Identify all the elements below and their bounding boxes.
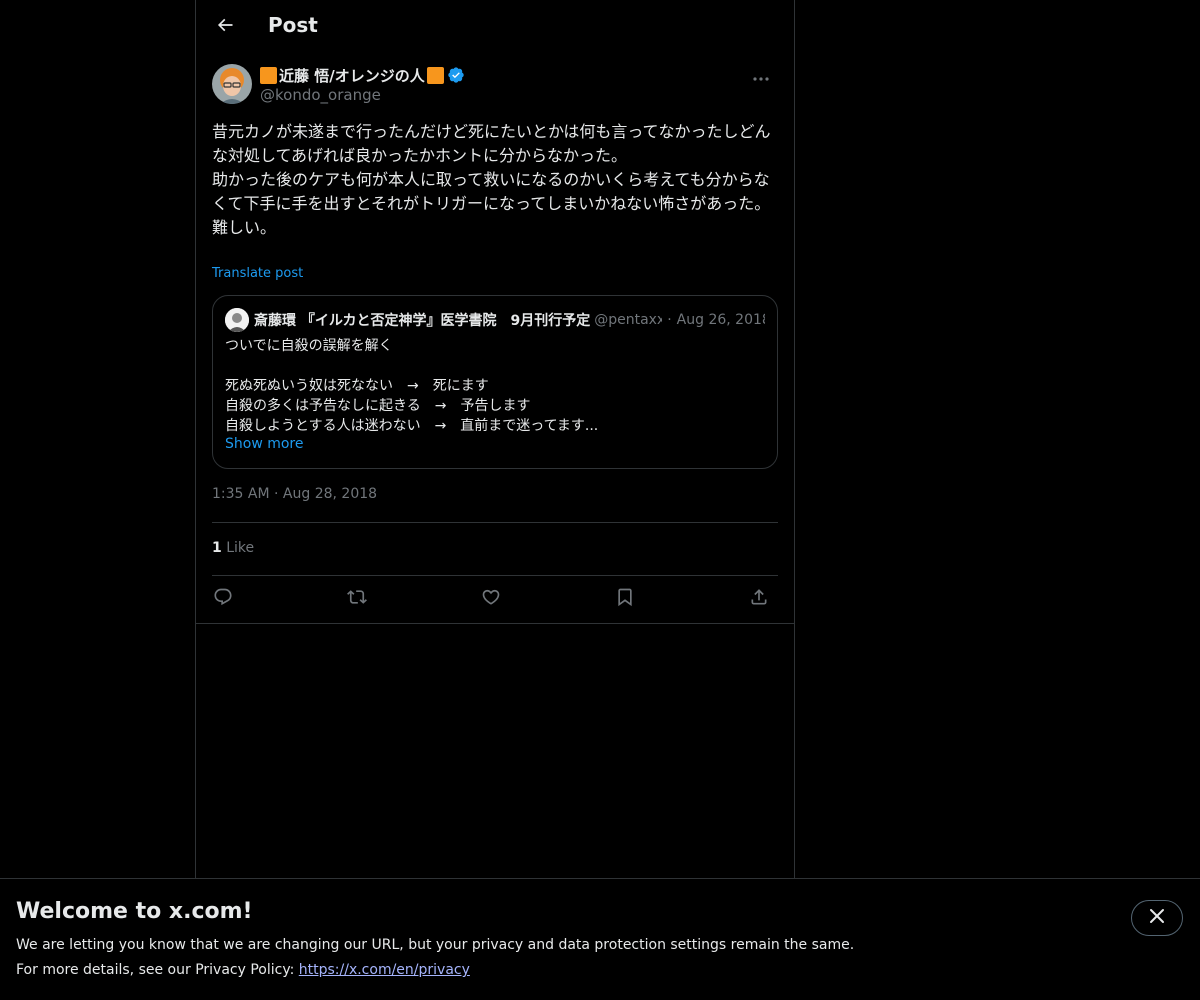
author-name-row: 近藤 悟/オレンジの人: [260, 64, 465, 86]
verified-badge-icon[interactable]: [447, 66, 465, 84]
share-button[interactable]: [744, 584, 774, 614]
author-handle[interactable]: @kondo_orange: [260, 86, 381, 104]
author-display-name[interactable]: 近藤 悟/オレンジの人: [279, 65, 425, 86]
quoted-post[interactable]: 斎藤環 『イルカと否定神学』医学書院 9月刊行予定 @pentaxxx · Au…: [212, 295, 778, 469]
quoted-post-text: ついでに自殺の誤解を解く 死ぬ死ぬいう奴は死なない → 死にます 自殺の多くは予…: [225, 338, 599, 434]
quoted-avatar: [225, 308, 249, 332]
divider: [212, 522, 778, 523]
privacy-policy-link[interactable]: https://x.com/en/privacy: [299, 962, 470, 978]
more-dots-icon: [753, 66, 769, 85]
banner-policy-prefix: For more details, see our Privacy Policy…: [16, 962, 299, 978]
quoted-author-name: 斎藤環 『イルカと否定神学』医学書院 9月刊行予定: [254, 313, 591, 329]
arrow-left-icon: [215, 15, 235, 39]
primary-column: Post 近藤 悟/オレンジの人 @kondo_orange 昔元カノが未遂まで…: [195, 0, 795, 880]
avatar[interactable]: [212, 64, 252, 104]
show-more-link[interactable]: Show more: [225, 436, 304, 452]
repost-button[interactable]: [342, 584, 372, 614]
post-text: 昔元カノが未遂まで行ったんだけど死にたいとかは何も言ってなかったしどんな対処して…: [212, 122, 771, 237]
divider: [212, 575, 778, 576]
share-icon: [749, 587, 769, 611]
more-options-button[interactable]: [744, 64, 778, 86]
back-button[interactable]: [208, 10, 242, 44]
likes-stat[interactable]: 1 Like: [212, 540, 254, 556]
like-count: 1: [212, 540, 222, 556]
like-label: Like: [226, 540, 255, 556]
url-change-banner: Welcome to x.com! We are letting you kno…: [0, 878, 1200, 1000]
close-icon: [1149, 908, 1165, 928]
page-title: Post: [268, 13, 318, 37]
banner-title: Welcome to x.com!: [16, 899, 253, 924]
reply-button[interactable]: [208, 584, 238, 614]
quoted-post-header: 斎藤環 『イルカと否定神学』医学書院 9月刊行予定 @pentaxxx · Au…: [225, 308, 765, 332]
post-time[interactable]: 1:35 AM: [212, 486, 270, 502]
heart-icon: [481, 587, 501, 611]
bookmark-button[interactable]: [610, 584, 640, 614]
like-button[interactable]: [476, 584, 506, 614]
orange-square-icon: [426, 66, 444, 84]
bookmark-icon: [615, 587, 635, 611]
translate-post-link[interactable]: Translate post: [212, 266, 303, 281]
orange-square-icon: [260, 66, 277, 84]
banner-close-button[interactable]: [1131, 900, 1183, 936]
banner-message: We are letting you know that we are chan…: [16, 937, 855, 953]
page-header: Post: [196, 0, 794, 54]
separator-dot: ·: [274, 486, 283, 502]
post-actions: [212, 584, 778, 614]
banner-policy-line: For more details, see our Privacy Policy…: [16, 962, 470, 978]
post-date[interactable]: Aug 28, 2018: [283, 486, 377, 502]
separator-dot: ·: [667, 312, 672, 328]
post-author: 近藤 悟/オレンジの人 @kondo_orange: [212, 64, 778, 108]
divider: [196, 623, 794, 624]
reply-icon: [213, 587, 233, 611]
quoted-author-handle: @pentaxxx: [594, 312, 663, 328]
repost-icon: [347, 587, 367, 611]
quoted-post-date: Aug 26, 2018: [676, 312, 765, 328]
post-timestamp: 1:35 AM · Aug 28, 2018: [212, 486, 377, 502]
